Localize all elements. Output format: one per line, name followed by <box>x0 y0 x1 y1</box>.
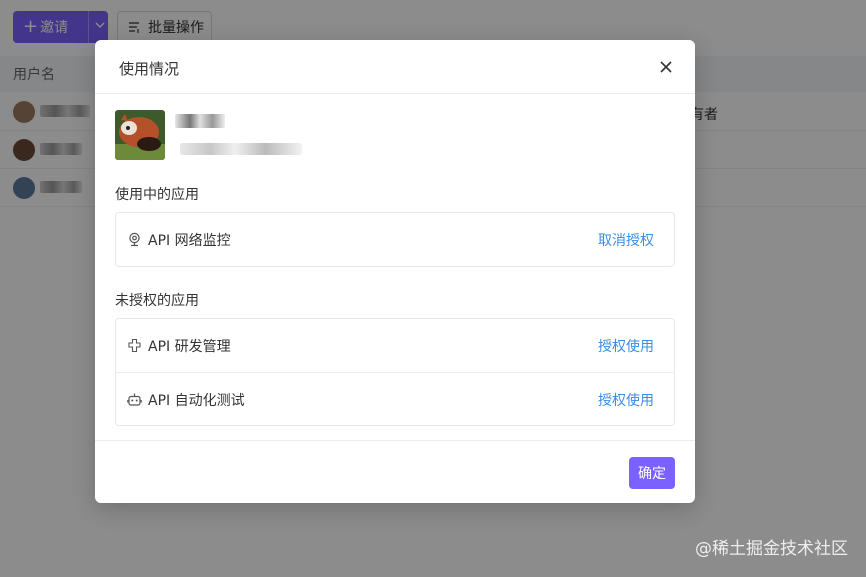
app-name: API 网络监控 <box>148 233 231 249</box>
dialog-footer: 确定 <box>95 440 695 503</box>
list-item: API 网络监控 取消授权 <box>116 213 674 266</box>
puzzle-icon <box>127 338 142 353</box>
unauthorized-apps-card: API 研发管理 授权使用 API 自动化测试 授权使用 <box>115 318 675 426</box>
redacted-user-email <box>180 143 302 155</box>
list-item: API 研发管理 授权使用 <box>116 319 674 372</box>
app-name: API 研发管理 <box>148 339 231 355</box>
authorize-link[interactable]: 授权使用 <box>598 336 654 356</box>
revoke-authorization-link[interactable]: 取消授权 <box>598 230 654 250</box>
app-name: API 自动化测试 <box>148 393 245 409</box>
user-info <box>115 110 515 160</box>
usage-dialog: 使用情况 使用中的应用 API 网络监控 取消授权 未授权的应用 API 研发管… <box>95 40 695 503</box>
robot-icon <box>127 392 142 407</box>
redacted-user-name <box>175 114 225 128</box>
dialog-header: 使用情况 <box>95 40 695 94</box>
user-avatar <box>115 110 165 160</box>
watermark: @稀土掘金技术社区 <box>695 539 848 559</box>
webcam-icon <box>127 232 142 247</box>
dialog-title: 使用情况 <box>119 60 180 78</box>
authorize-link[interactable]: 授权使用 <box>598 390 654 410</box>
list-item: API 自动化测试 授权使用 <box>116 372 674 425</box>
in-use-apps-title: 使用中的应用 <box>115 187 199 203</box>
confirm-button[interactable]: 确定 <box>629 457 675 489</box>
unauthorized-apps-title: 未授权的应用 <box>115 293 199 309</box>
in-use-apps-card: API 网络监控 取消授权 <box>115 212 675 267</box>
close-icon[interactable] <box>655 56 677 78</box>
